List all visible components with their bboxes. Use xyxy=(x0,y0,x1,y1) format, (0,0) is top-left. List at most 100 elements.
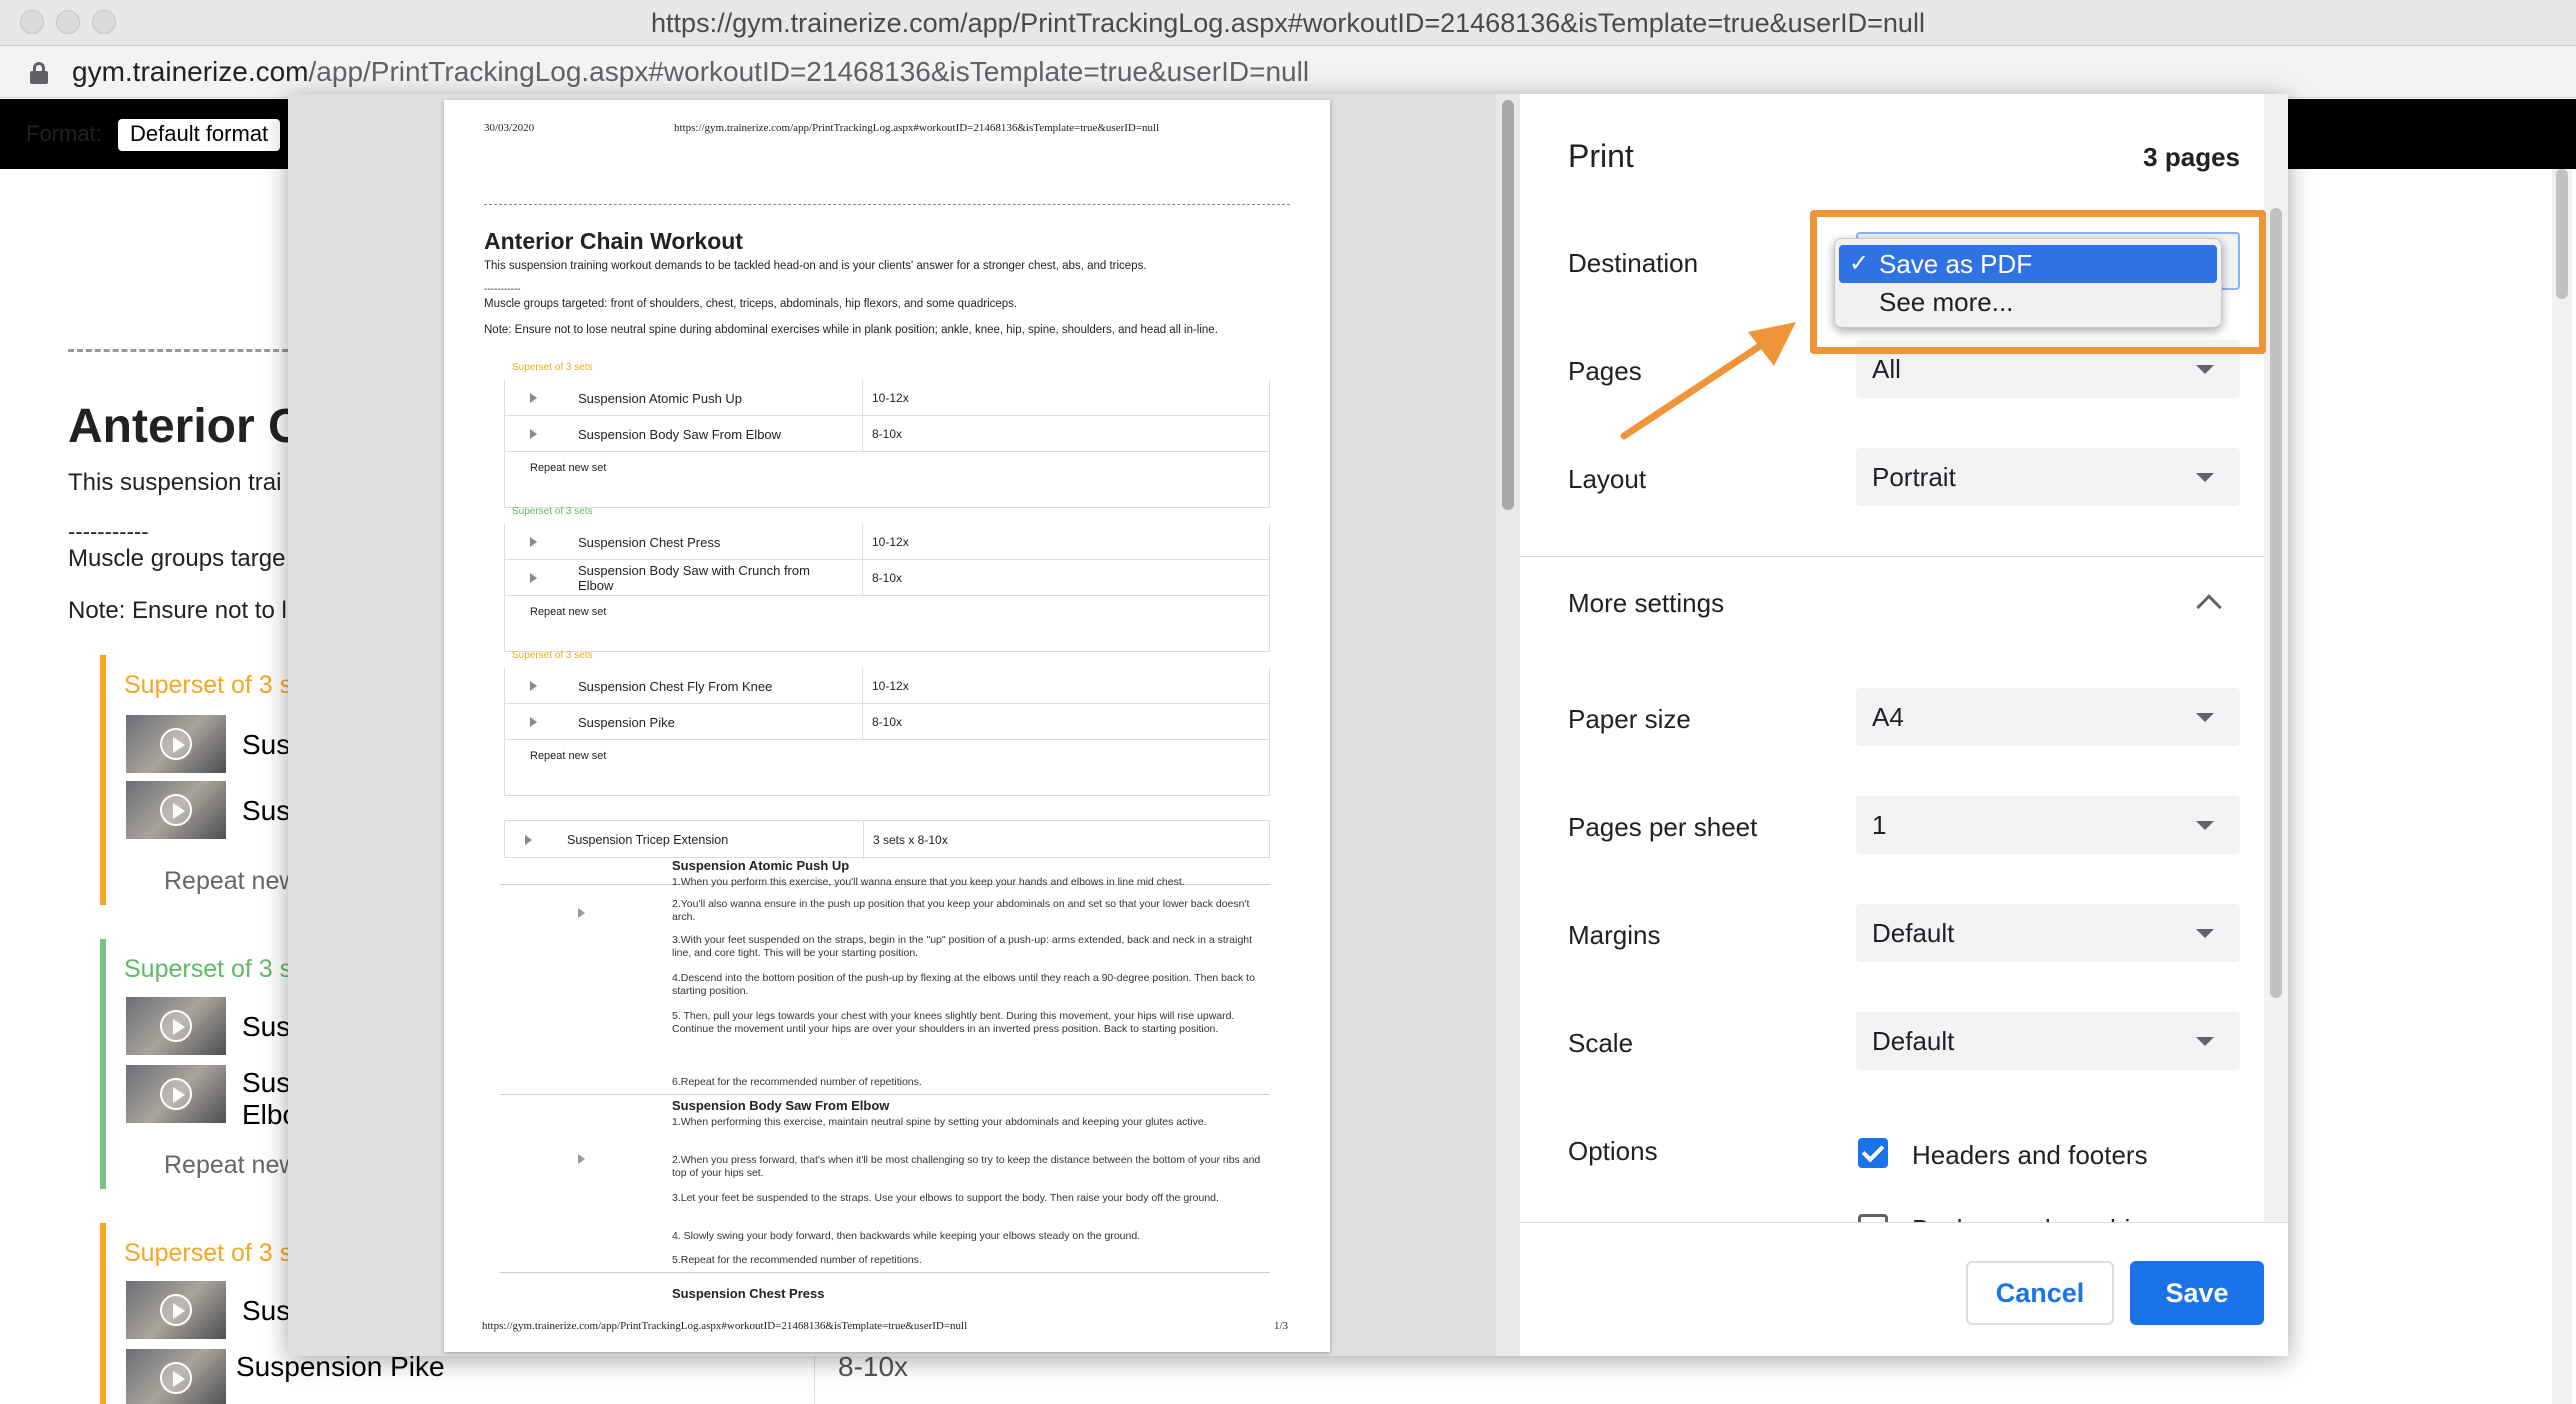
page-workout-title: Anterior C xyxy=(68,400,303,453)
superset-label: Superset of 3 se xyxy=(124,1239,307,1267)
preview-exercise-row: Suspension Body Saw From Elbow 8-10x xyxy=(504,416,1270,452)
settings-divider xyxy=(1520,556,2264,557)
repeat-new-set[interactable]: Repeat new xyxy=(164,1151,297,1180)
preview-exercise-name: Suspension Chest Press xyxy=(578,535,721,550)
preview-step: 2.You'll also wanna ensure in the push u… xyxy=(672,898,1250,923)
scale-value: Default xyxy=(1872,1026,1955,1056)
scale-select[interactable]: Default xyxy=(1856,1012,2240,1070)
exercise-video-thumbnail[interactable] xyxy=(126,997,226,1055)
preview-divider xyxy=(484,204,1290,205)
annotation-arrow-icon xyxy=(1620,322,1796,440)
preview-exercise-row: Suspension Chest Fly From Knee 10-12x xyxy=(504,668,1270,704)
cancel-button[interactable]: Cancel xyxy=(1966,1261,2114,1325)
page-dashes: ----------- xyxy=(68,519,149,544)
preview-step: 2.When you press forward, that's when it… xyxy=(672,1154,1261,1179)
preview-exercise-reps: 10-12x xyxy=(872,535,909,549)
preview-exercise-name: Suspension Pike xyxy=(578,715,675,730)
expand-arrow-icon xyxy=(530,429,537,439)
page-workout-description: This suspension trai xyxy=(68,469,282,496)
preview-divider xyxy=(500,1094,1270,1095)
preview-page-number: 1/3 xyxy=(1273,1320,1288,1332)
page-scrollbar[interactable] xyxy=(2552,169,2572,1404)
window-titlebar: https://gym.trainerize.com/app/PrintTrac… xyxy=(0,0,2576,46)
paper-size-select[interactable]: A4 xyxy=(1856,688,2240,746)
preview-page: 30/03/2020 https://gym.trainerize.com/ap… xyxy=(444,100,1330,1352)
expand-arrow-icon xyxy=(530,717,537,727)
preview-repeat: Repeat new set xyxy=(530,462,607,474)
preview-step: 6.Repeat for the recommended number of r… xyxy=(672,1076,922,1088)
url-host: gym.trainerize.com xyxy=(72,56,309,87)
layout-select[interactable]: Portrait xyxy=(1856,448,2240,506)
preview-header-date: 30/03/2020 xyxy=(484,122,535,134)
play-icon xyxy=(160,1362,192,1394)
superset-label: Superset of 3 se xyxy=(124,671,307,699)
headers-footers-checkbox[interactable] xyxy=(1858,1138,1888,1168)
exercise-video-thumbnail[interactable] xyxy=(126,781,226,839)
preview-step: 5. Then, pull your legs towards your che… xyxy=(672,1010,1235,1035)
preview-exercise-name: Suspension Chest Fly From Knee xyxy=(578,679,773,694)
pages-per-sheet-value: 1 xyxy=(1872,810,1887,840)
preview-exercise-reps: 3 sets x 8-10x xyxy=(873,833,948,847)
play-icon xyxy=(160,728,192,760)
more-settings-toggle[interactable]: More settings xyxy=(1568,588,1724,619)
lock-icon xyxy=(30,62,48,84)
preview-step: 4.Descend into the bottom position of th… xyxy=(672,972,1255,997)
preview-divider xyxy=(500,1272,1270,1273)
settings-scrollbar-thumb[interactable] xyxy=(2270,208,2282,998)
repeat-new-set[interactable]: Repeat new xyxy=(164,867,297,896)
preview-description: This suspension training workout demands… xyxy=(484,260,1147,272)
expand-arrow-icon xyxy=(530,537,537,547)
paper-size-value: A4 xyxy=(1872,702,1904,732)
preview-exercise-reps: 8-10x xyxy=(872,715,903,729)
preview-exercise-row: Suspension Body Saw with Crunch from Elb… xyxy=(504,560,1270,596)
preview-exercise-heading: Suspension Chest Press xyxy=(672,1286,825,1301)
preview-note: Note: Ensure not to lose neutral spine d… xyxy=(484,324,1218,336)
preview-scrollbar-thumb[interactable] xyxy=(1502,100,1514,510)
print-title: Print xyxy=(1568,138,1634,174)
settings-scrollbar[interactable] xyxy=(2264,94,2288,1224)
play-icon xyxy=(160,1294,192,1326)
exercise-video-thumbnail[interactable] xyxy=(126,1349,226,1404)
exercise-video-thumbnail[interactable] xyxy=(126,1065,226,1123)
chevron-down-icon xyxy=(2196,1037,2214,1046)
preview-exercise-reps: 10-12x xyxy=(872,391,909,405)
page-scrollbar-thumb[interactable] xyxy=(2556,169,2568,299)
preview-footer-url: https://gym.trainerize.com/app/PrintTrac… xyxy=(482,1320,968,1332)
preview-title: Anterior Chain Workout xyxy=(484,228,743,254)
pages-per-sheet-label: Pages per sheet xyxy=(1568,812,1758,842)
preview-exercise-reps: 8-10x xyxy=(872,427,903,441)
headers-footers-label[interactable]: Headers and footers xyxy=(1912,1140,2148,1171)
pages-per-sheet-select[interactable]: 1 xyxy=(1856,796,2240,854)
page-count: 3 pages xyxy=(2143,142,2240,172)
window-title: https://gym.trainerize.com/app/PrintTrac… xyxy=(651,8,1925,38)
scale-label: Scale xyxy=(1568,1028,1634,1058)
preview-exercise-reps: 8-10x xyxy=(872,571,903,585)
preview-repeat: Repeat new set xyxy=(530,606,607,618)
expand-arrow-icon xyxy=(530,573,537,583)
address-bar[interactable]: gym.trainerize.com/app/PrintTrackingLog.… xyxy=(0,46,2576,98)
chevron-down-icon xyxy=(2196,713,2214,722)
exercise-video-thumbnail[interactable] xyxy=(126,1281,226,1339)
preview-exercise-row: Suspension Pike 8-10x xyxy=(504,704,1270,740)
format-select[interactable]: Default format xyxy=(118,119,281,151)
paper-size-label: Paper size xyxy=(1568,704,1691,734)
play-icon xyxy=(160,1010,192,1042)
margins-select[interactable]: Default xyxy=(1856,904,2240,962)
preview-exercise-reps: 10-12x xyxy=(872,679,909,693)
save-button[interactable]: Save xyxy=(2130,1261,2264,1325)
chevron-down-icon xyxy=(2196,365,2214,374)
preview-step: 1.When you perform this exercise, you'll… xyxy=(672,876,1185,888)
exercise-video-thumbnail[interactable] xyxy=(126,715,226,773)
preview-scrollbar[interactable] xyxy=(1496,94,1520,1356)
preview-exercise-name: Suspension Atomic Push Up xyxy=(578,391,743,406)
destination-label: Destination xyxy=(1568,248,1699,278)
preview-exercise-row: Suspension Chest Press 10-12x xyxy=(504,524,1270,560)
preview-exercise-name: Suspension Tricep Extension xyxy=(567,833,729,847)
annotation-highlight-box xyxy=(1810,210,2266,354)
address-bar-url[interactable]: gym.trainerize.com/app/PrintTrackingLog.… xyxy=(72,56,1309,88)
page-muscle-groups: Muscle groups targe xyxy=(68,545,286,572)
preview-superset-label: Superset of 3 sets xyxy=(512,650,593,661)
expand-arrow-icon xyxy=(578,1154,585,1164)
preview-step: 3.Let your feet be suspended to the stra… xyxy=(672,1192,1219,1204)
chevron-up-icon[interactable] xyxy=(2196,594,2222,620)
